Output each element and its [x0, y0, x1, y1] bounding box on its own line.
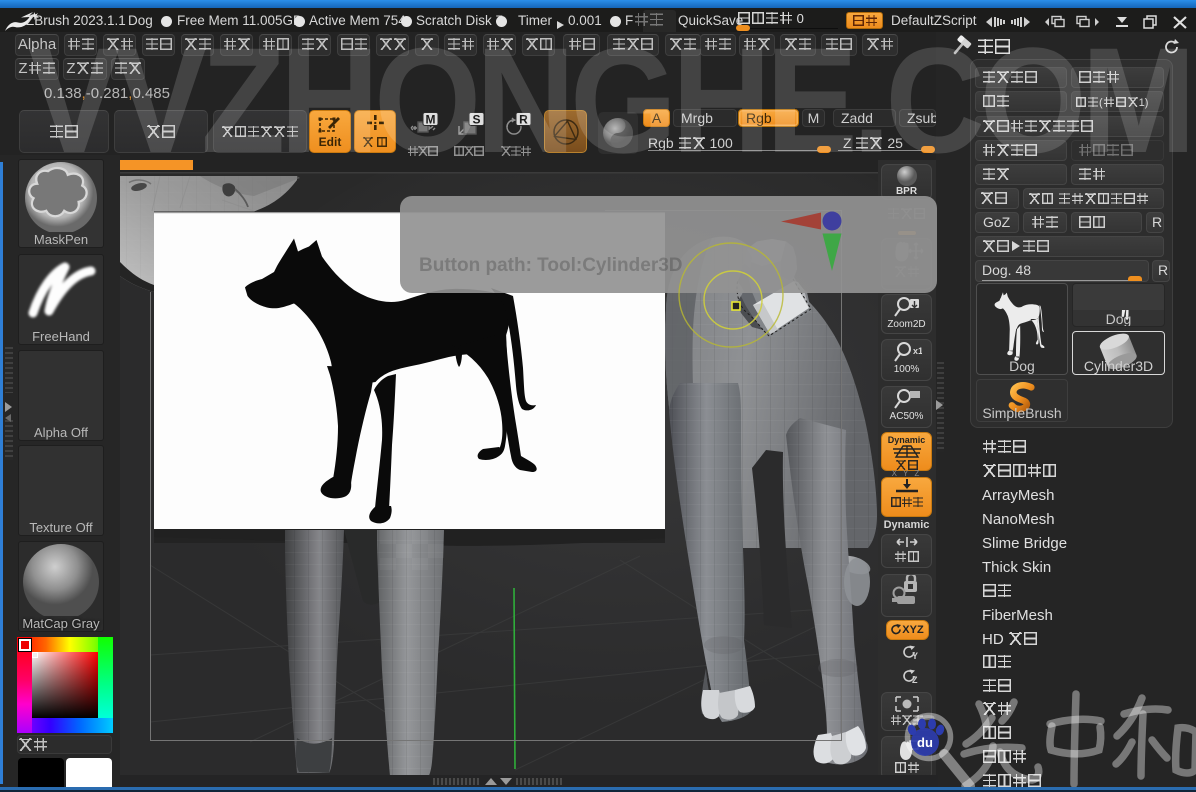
svg-text:Y: Y — [912, 651, 918, 660]
svg-text:du: du — [917, 735, 933, 750]
svg-text:x1: x1 — [913, 346, 922, 356]
